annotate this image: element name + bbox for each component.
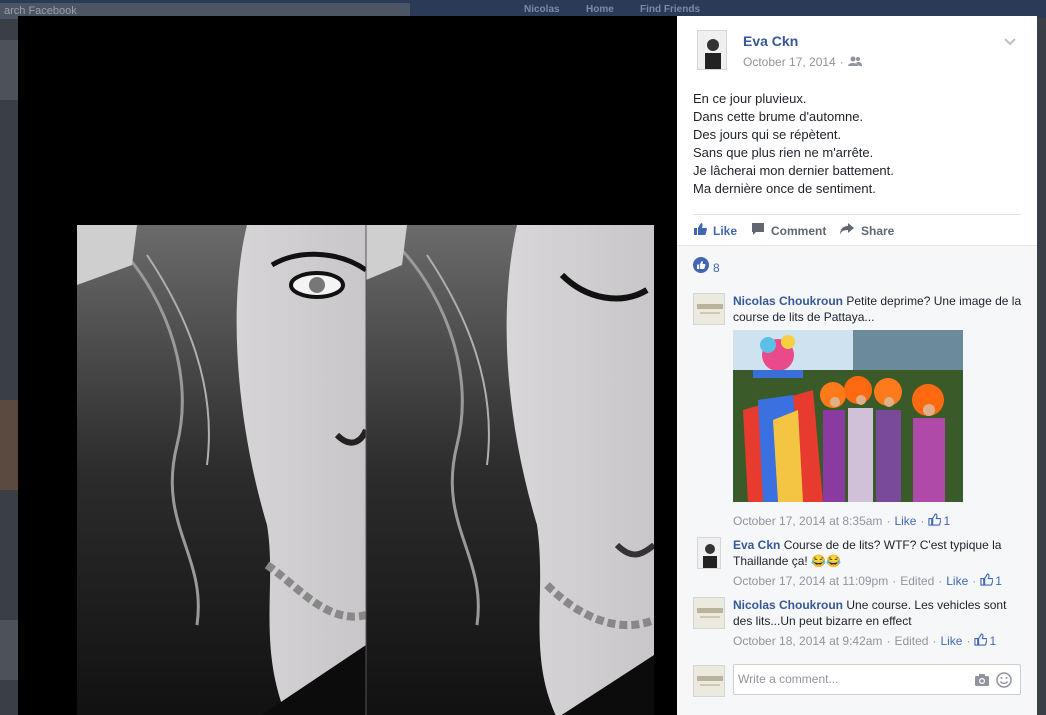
commenter-avatar[interactable]	[693, 597, 725, 629]
comment-date[interactable]: October 18, 2014 at 9:42am	[733, 634, 882, 648]
share-icon	[839, 222, 861, 239]
commenter-avatar[interactable]	[693, 293, 725, 325]
current-user-avatar	[693, 665, 725, 697]
like-count-number: 8	[713, 260, 720, 275]
post-photo	[77, 225, 654, 715]
comment-like-count[interactable]: 1	[943, 514, 950, 528]
comment-label: Comment	[771, 223, 827, 238]
meta-separator: ·	[886, 634, 891, 648]
background-nav-profile: Nicolas	[524, 4, 560, 15]
comment-like-button[interactable]: Like	[894, 514, 916, 528]
thumbs-up-icon	[928, 513, 942, 529]
background-sidebar-block	[0, 620, 18, 680]
meta-separator: ·	[938, 574, 943, 588]
post-author[interactable]: Eva Ckn	[743, 33, 798, 49]
author-avatar[interactable]	[697, 30, 727, 70]
thumbs-up-icon	[693, 222, 713, 239]
comment-edited[interactable]: Edited	[900, 574, 934, 588]
comment-input-placeholder: Write a comment...	[738, 672, 839, 686]
comment-meta: October 17, 2014 at 11:09pm · Edited · L…	[733, 573, 1002, 589]
friends-icon[interactable]	[847, 55, 862, 69]
meta-separator: ·	[966, 634, 971, 648]
chevron-down-icon[interactable]	[1003, 34, 1017, 52]
post-line: Des jours qui se répètent.	[693, 127, 842, 142]
photo-stage[interactable]	[18, 16, 677, 715]
like-reaction-icon	[693, 257, 709, 278]
camera-icon[interactable]	[974, 673, 990, 692]
comment-author[interactable]: Nicolas Choukroun	[733, 294, 843, 308]
emoji-icon[interactable]	[996, 672, 1012, 693]
meta-separator: ·	[932, 634, 937, 648]
background-nav-home: Home	[586, 4, 614, 15]
share-button[interactable]: Share	[839, 222, 894, 239]
like-count[interactable]: 8	[693, 257, 720, 278]
comment-button[interactable]: Comment	[751, 222, 826, 239]
share-label: Share	[861, 223, 895, 238]
comment-date[interactable]: October 17, 2014 at 11:09pm	[733, 574, 888, 588]
comment-date[interactable]: October 17, 2014 at 8:35am	[733, 514, 882, 528]
post-line: Sans que plus rien ne m'arrête.	[693, 145, 874, 160]
background-sidebar-block	[0, 400, 18, 490]
meta-separator: ·	[886, 514, 891, 528]
comment-icon	[751, 222, 771, 239]
meta-separator: ·	[920, 514, 925, 528]
post-line: Ma dernière once de sentiment.	[693, 181, 876, 196]
post-line: En ce jour pluvieux.	[693, 91, 807, 106]
thumbs-up-icon	[980, 573, 994, 589]
commenter-avatar[interactable]	[697, 537, 721, 569]
post-details-panel: Eva Ckn October 17, 2014 · En ce jour pl…	[677, 16, 1037, 715]
post-date[interactable]: October 17, 2014	[743, 55, 836, 69]
like-button[interactable]: Like	[693, 222, 737, 239]
comment-like-button[interactable]: Like	[940, 634, 962, 648]
comment-body: Eva Ckn Course de de lits? WTF? C'est ty…	[733, 537, 1023, 569]
comment-author[interactable]: Eva Ckn	[733, 538, 780, 552]
divider	[693, 214, 1021, 215]
comment-like-count[interactable]: 1	[989, 634, 996, 648]
post-line: Dans cette brume d'automne.	[693, 109, 864, 124]
meta-separator: ·	[892, 574, 897, 588]
thumbs-up-icon	[974, 633, 988, 649]
comment-meta: October 17, 2014 at 8:35am · Like · 1	[733, 513, 950, 529]
comment-like-button[interactable]: Like	[946, 574, 968, 588]
meta-separator: ·	[839, 55, 844, 69]
like-label: Like	[713, 223, 738, 238]
background-nav-find-friends: Find Friends	[640, 4, 700, 15]
comment-body: Nicolas Choukroun Petite deprime? Une im…	[733, 293, 1023, 325]
comment-meta: October 18, 2014 at 9:42am · Edited · Li…	[733, 633, 996, 649]
comment-photo[interactable]	[733, 330, 963, 502]
meta-separator: ·	[972, 574, 977, 588]
comment-author[interactable]: Nicolas Choukroun	[733, 598, 843, 612]
comment-like-count[interactable]: 1	[995, 574, 1002, 588]
comment-edited[interactable]: Edited	[894, 634, 928, 648]
post-line: Je lâcherai mon dernier battement.	[693, 163, 894, 178]
comment-body: Nicolas Choukroun Une course. Les vehicl…	[733, 597, 1023, 629]
background-sidebar-block	[0, 40, 18, 100]
post-text: En ce jour pluvieux. Dans cette brume d'…	[693, 90, 1023, 198]
